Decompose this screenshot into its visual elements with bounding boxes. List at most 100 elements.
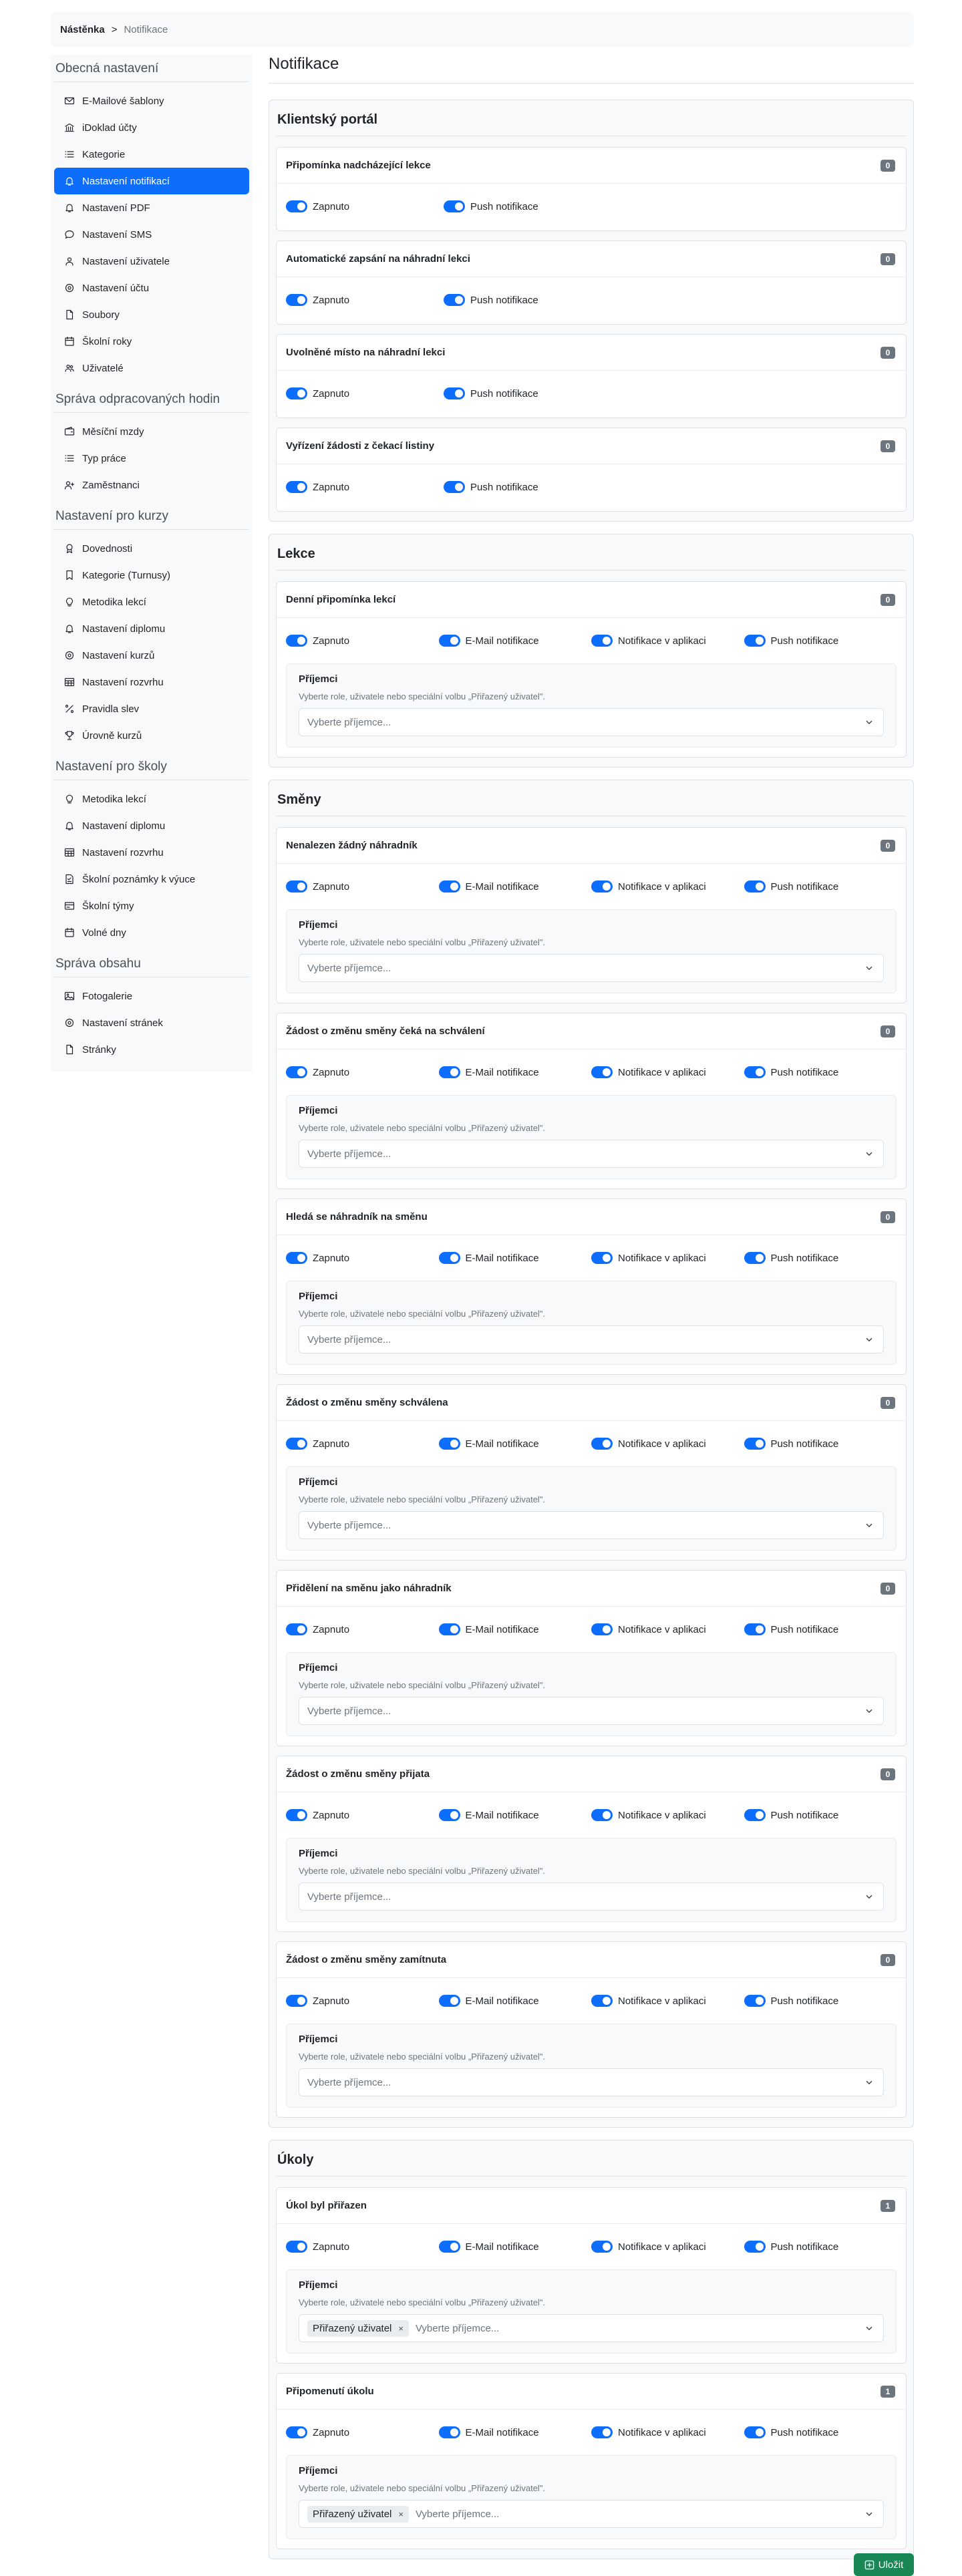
toggle-app[interactable]: Notifikace v aplikaci (591, 2426, 744, 2438)
toggle-switch[interactable] (438, 1438, 460, 1450)
toggle-switch[interactable] (286, 880, 307, 893)
toggle-switch[interactable] (286, 1252, 307, 1264)
toggle-app[interactable]: Notifikace v aplikaci (591, 1066, 744, 1078)
chevron-down-icon[interactable] (864, 1706, 874, 1716)
sidebar-item[interactable]: Nastavení stránek (54, 1009, 249, 1036)
toggle-enabled[interactable]: Zapnuto (286, 2241, 439, 2253)
toggle-switch[interactable] (438, 1066, 460, 1078)
toggle-switch[interactable] (591, 1066, 613, 1078)
toggle-switch[interactable] (438, 2241, 460, 2253)
toggle-enabled[interactable]: Zapnuto (286, 387, 444, 399)
toggle-push[interactable]: Push notifikace (744, 2426, 897, 2438)
save-button[interactable]: Uložit (854, 2553, 914, 2576)
chevron-down-icon[interactable] (864, 2509, 874, 2519)
toggle-push[interactable]: Push notifikace (744, 1995, 897, 2007)
toggle-enabled[interactable]: Zapnuto (286, 1809, 439, 1821)
toggle-switch[interactable] (286, 1623, 307, 1635)
toggle-switch[interactable] (286, 387, 307, 399)
sidebar-item[interactable]: Metodika lekcí (54, 589, 249, 615)
sidebar-item[interactable]: Kategorie (54, 141, 249, 168)
toggle-switch[interactable] (591, 1252, 613, 1264)
toggle-push[interactable]: Push notifikace (744, 1623, 897, 1635)
toggle-push[interactable]: Push notifikace (444, 481, 601, 493)
toggle-switch[interactable] (744, 1438, 766, 1450)
toggle-switch[interactable] (438, 635, 460, 647)
chevron-down-icon[interactable] (864, 2323, 874, 2333)
toggle-switch[interactable] (591, 1809, 613, 1821)
chevron-down-icon[interactable] (864, 1892, 874, 1901)
toggle-switch[interactable] (591, 1438, 613, 1450)
sidebar-item[interactable]: Nastavení notifikací (54, 168, 249, 194)
toggle-switch[interactable] (591, 2241, 613, 2253)
toggle-switch[interactable] (591, 635, 613, 647)
sidebar-item[interactable]: Nastavení rozvrhu (54, 669, 249, 695)
toggle-push[interactable]: Push notifikace (744, 1438, 897, 1450)
toggle-enabled[interactable]: Zapnuto (286, 1995, 439, 2007)
sidebar-item[interactable]: Nastavení kurzů (54, 642, 249, 669)
toggle-switch[interactable] (591, 880, 613, 893)
toggle-switch[interactable] (444, 200, 465, 212)
toggle-push[interactable]: Push notifikace (744, 1252, 897, 1264)
toggle-enabled[interactable]: Zapnuto (286, 294, 444, 306)
toggle-email[interactable]: E-Mail notifikace (438, 635, 592, 647)
sidebar-item[interactable]: Nastavení SMS (54, 221, 249, 248)
toggle-switch[interactable] (438, 1623, 460, 1635)
toggle-switch[interactable] (744, 880, 766, 893)
sidebar-item[interactable]: Nastavení uživatele (54, 248, 249, 275)
toggle-app[interactable]: Notifikace v aplikaci (591, 1252, 744, 1264)
sidebar-item[interactable]: Pravidla slev (54, 695, 249, 722)
chevron-down-icon[interactable] (864, 2078, 874, 2087)
sidebar-item[interactable]: Typ práce (54, 445, 249, 472)
toggle-enabled[interactable]: Zapnuto (286, 1623, 439, 1635)
toggle-push[interactable]: Push notifikace (744, 1066, 897, 1078)
sidebar-item[interactable]: Nastavení PDF (54, 194, 249, 221)
sidebar-item[interactable]: Uživatelé (54, 355, 249, 381)
remove-chip-button[interactable]: × (398, 2509, 404, 2519)
sidebar-item[interactable]: Zaměstnanci (54, 472, 249, 498)
toggle-enabled[interactable]: Zapnuto (286, 880, 439, 893)
toggle-switch[interactable] (286, 1438, 307, 1450)
toggle-switch[interactable] (438, 880, 460, 893)
toggle-switch[interactable] (444, 294, 465, 306)
toggle-enabled[interactable]: Zapnuto (286, 200, 444, 212)
sidebar-item[interactable]: Školní roky (54, 328, 249, 355)
toggle-switch[interactable] (744, 2241, 766, 2253)
remove-chip-button[interactable]: × (398, 2323, 404, 2333)
recipients-select[interactable]: Vyberte příjemce... (299, 1325, 884, 1353)
toggle-switch[interactable] (744, 2426, 766, 2438)
sidebar-item[interactable]: E-Mailové šablony (54, 88, 249, 114)
recipients-select[interactable]: Přiřazený uživatel × Vyberte příjemce... (299, 2314, 884, 2342)
chevron-down-icon[interactable] (864, 717, 874, 727)
toggle-switch[interactable] (444, 387, 465, 399)
toggle-switch[interactable] (744, 635, 766, 647)
toggle-switch[interactable] (444, 481, 465, 493)
toggle-switch[interactable] (744, 1252, 766, 1264)
toggle-switch[interactable] (438, 1252, 460, 1264)
toggle-enabled[interactable]: Zapnuto (286, 1438, 439, 1450)
sidebar-item[interactable]: Měsíční mzdy (54, 418, 249, 445)
toggle-app[interactable]: Notifikace v aplikaci (591, 1623, 744, 1635)
recipients-select[interactable]: Vyberte příjemce... (299, 708, 884, 736)
sidebar-item[interactable]: Volné dny (54, 919, 249, 946)
toggle-email[interactable]: E-Mail notifikace (438, 2426, 592, 2438)
toggle-switch[interactable] (591, 1995, 613, 2007)
toggle-app[interactable]: Notifikace v aplikaci (591, 1438, 744, 1450)
chevron-down-icon[interactable] (864, 1149, 874, 1158)
toggle-switch[interactable] (744, 1623, 766, 1635)
toggle-enabled[interactable]: Zapnuto (286, 635, 439, 647)
chevron-down-icon[interactable] (864, 1520, 874, 1530)
sidebar-item[interactable]: Nastavení rozvrhu (54, 839, 249, 866)
toggle-switch[interactable] (591, 1623, 613, 1635)
toggle-push[interactable]: Push notifikace (744, 880, 897, 893)
sidebar-item[interactable]: Kategorie (Turnusy) (54, 562, 249, 589)
toggle-enabled[interactable]: Zapnuto (286, 481, 444, 493)
toggle-switch[interactable] (744, 1809, 766, 1821)
toggle-switch[interactable] (744, 1066, 766, 1078)
toggle-push[interactable]: Push notifikace (444, 200, 601, 212)
recipients-select[interactable]: Vyberte příjemce... (299, 1883, 884, 1911)
toggle-switch[interactable] (286, 200, 307, 212)
toggle-switch[interactable] (438, 2426, 460, 2438)
chevron-down-icon[interactable] (864, 1335, 874, 1344)
toggle-enabled[interactable]: Zapnuto (286, 1252, 439, 1264)
toggle-app[interactable]: Notifikace v aplikaci (591, 1809, 744, 1821)
